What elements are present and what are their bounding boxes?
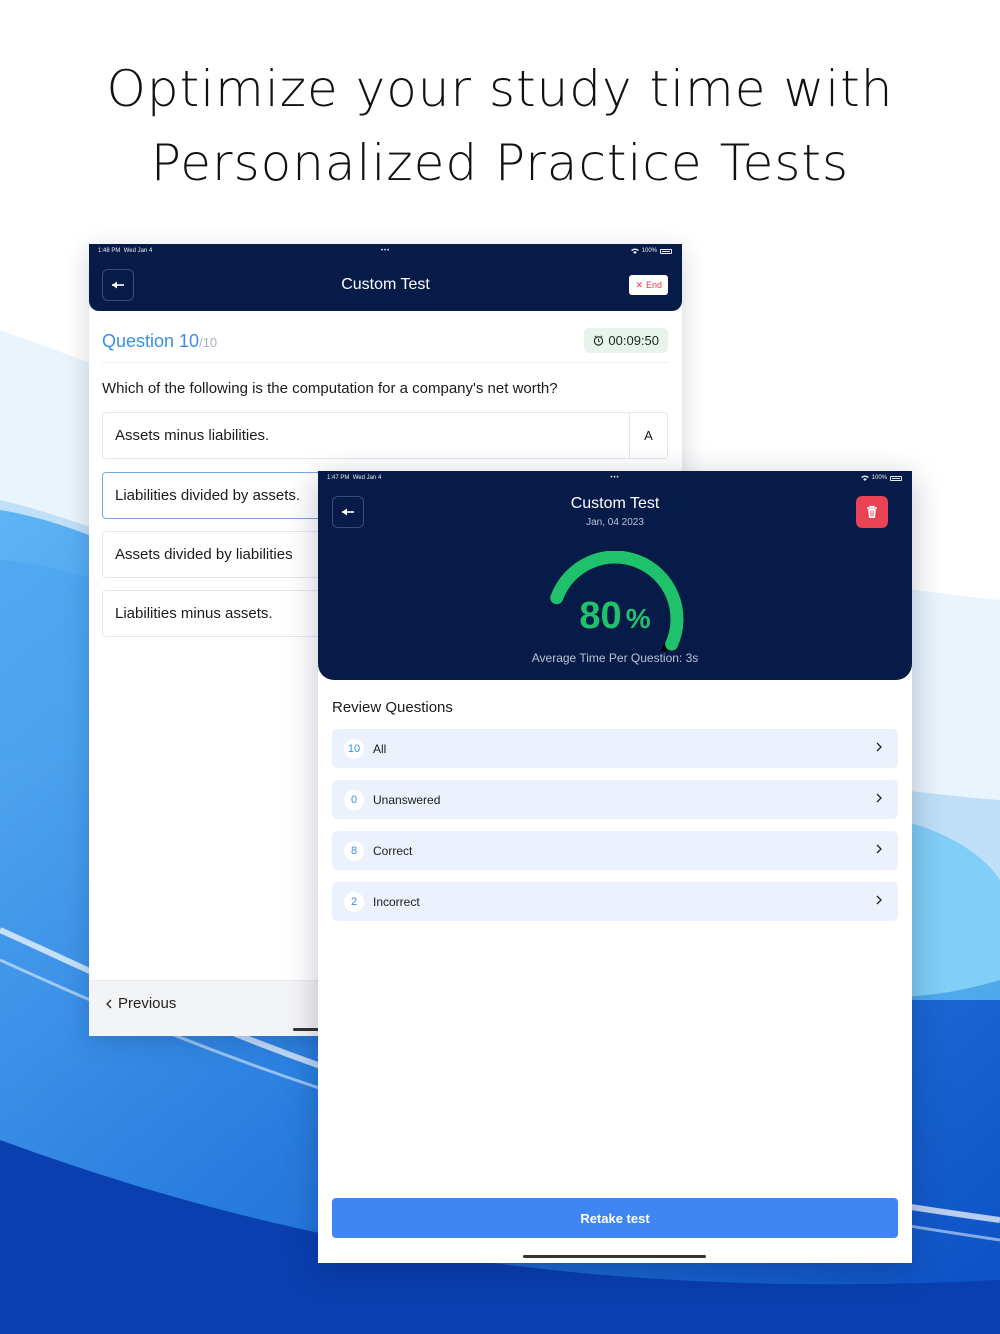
- review-count: 2: [344, 891, 364, 912]
- home-indicator: [523, 1255, 706, 1258]
- divider: [102, 362, 669, 363]
- battery-icon: [890, 475, 902, 481]
- option-text: Liabilities minus assets.: [115, 605, 273, 622]
- question-text: Which of the following is the computatio…: [102, 380, 558, 397]
- wifi-icon: [630, 248, 639, 254]
- review-item-all[interactable]: 10 All: [332, 729, 898, 768]
- status-date: Wed Jan 4: [352, 475, 382, 481]
- chevron-right-icon: [876, 742, 882, 752]
- battery-percent: 100%: [641, 248, 657, 254]
- test-date: Jan, 04 2023: [586, 517, 644, 528]
- score-unit: %: [625, 603, 651, 634]
- answer-option-a[interactable]: Assets minus liabilities. A: [102, 412, 668, 459]
- status-dots: •••: [610, 475, 620, 481]
- status-right: 100%: [860, 475, 902, 481]
- status-time-date: 1:47 PM Wed Jan 4: [327, 475, 381, 481]
- option-text: Liabilities divided by assets.: [115, 487, 301, 504]
- review-label: All: [373, 741, 387, 756]
- end-label: End: [645, 280, 662, 290]
- previous-button[interactable]: Previous: [106, 995, 176, 1012]
- timer-badge: 00:09:50: [584, 328, 668, 353]
- review-item-unanswered[interactable]: 0 Unanswered: [332, 780, 898, 819]
- question-header: 1:48 PM Wed Jan 4 ••• 100% Custom Test ✕…: [89, 244, 682, 311]
- status-dots: •••: [380, 248, 391, 254]
- header-title: Custom Test: [570, 495, 660, 512]
- question-label: Question 10: [102, 331, 200, 351]
- review-count: 0: [344, 789, 364, 810]
- score-display: 80%: [318, 595, 912, 638]
- review-title: Review Questions: [332, 699, 453, 716]
- chevron-right-icon: [876, 844, 882, 854]
- delete-button[interactable]: [856, 496, 888, 528]
- chevron-right-icon: [876, 895, 882, 905]
- end-button[interactable]: ✕ End: [629, 275, 668, 295]
- review-label: Correct: [373, 843, 413, 858]
- average-time: Average Time Per Question: 3s: [531, 651, 699, 665]
- retake-test-button[interactable]: Retake test: [332, 1198, 898, 1238]
- headline-line-1: Optimize your study time with: [106, 60, 894, 118]
- results-header: 1:47 PM Wed Jan 4 ••• 100% Custom Test J…: [318, 471, 912, 680]
- option-text: Assets minus liabilities.: [115, 427, 270, 444]
- clock-icon: [594, 335, 604, 346]
- status-time: 1:47 PM: [327, 475, 350, 481]
- timer-value: 00:09:50: [608, 333, 659, 348]
- review-count: 10: [344, 738, 364, 759]
- question-number: Question 10/10: [102, 331, 217, 352]
- close-icon: ✕: [635, 279, 643, 290]
- status-time: 1:48 PM: [98, 248, 121, 254]
- trash-icon: [867, 505, 877, 518]
- option-text: Assets divided by liabilities: [115, 546, 293, 563]
- battery-icon: [660, 248, 672, 254]
- wifi-icon: [860, 475, 869, 481]
- review-label: Incorrect: [373, 894, 420, 909]
- results-screen: 1:47 PM Wed Jan 4 ••• 100% Custom Test J…: [318, 471, 912, 1263]
- status-time-date: 1:48 PM Wed Jan 4: [98, 248, 152, 254]
- question-total: /10: [199, 335, 218, 350]
- status-right: 100%: [630, 248, 672, 254]
- headline: Optimize your study time with Personaliz…: [0, 52, 1000, 200]
- review-label: Unanswered: [373, 792, 441, 807]
- chevron-right-icon: [876, 793, 882, 803]
- headline-line-2: Personalized Practice Tests: [150, 134, 850, 192]
- battery-percent: 100%: [871, 475, 887, 481]
- status-date: Wed Jan 4: [123, 248, 153, 254]
- review-item-correct[interactable]: 8 Correct: [332, 831, 898, 870]
- header-title: Custom Test: [341, 276, 430, 293]
- option-letter: A: [629, 413, 667, 458]
- score-value: 80: [579, 595, 622, 637]
- review-count: 8: [344, 840, 364, 861]
- review-item-incorrect[interactable]: 2 Incorrect: [332, 882, 898, 921]
- previous-label: Previous: [118, 995, 177, 1012]
- chevron-left-icon: [106, 999, 112, 1008]
